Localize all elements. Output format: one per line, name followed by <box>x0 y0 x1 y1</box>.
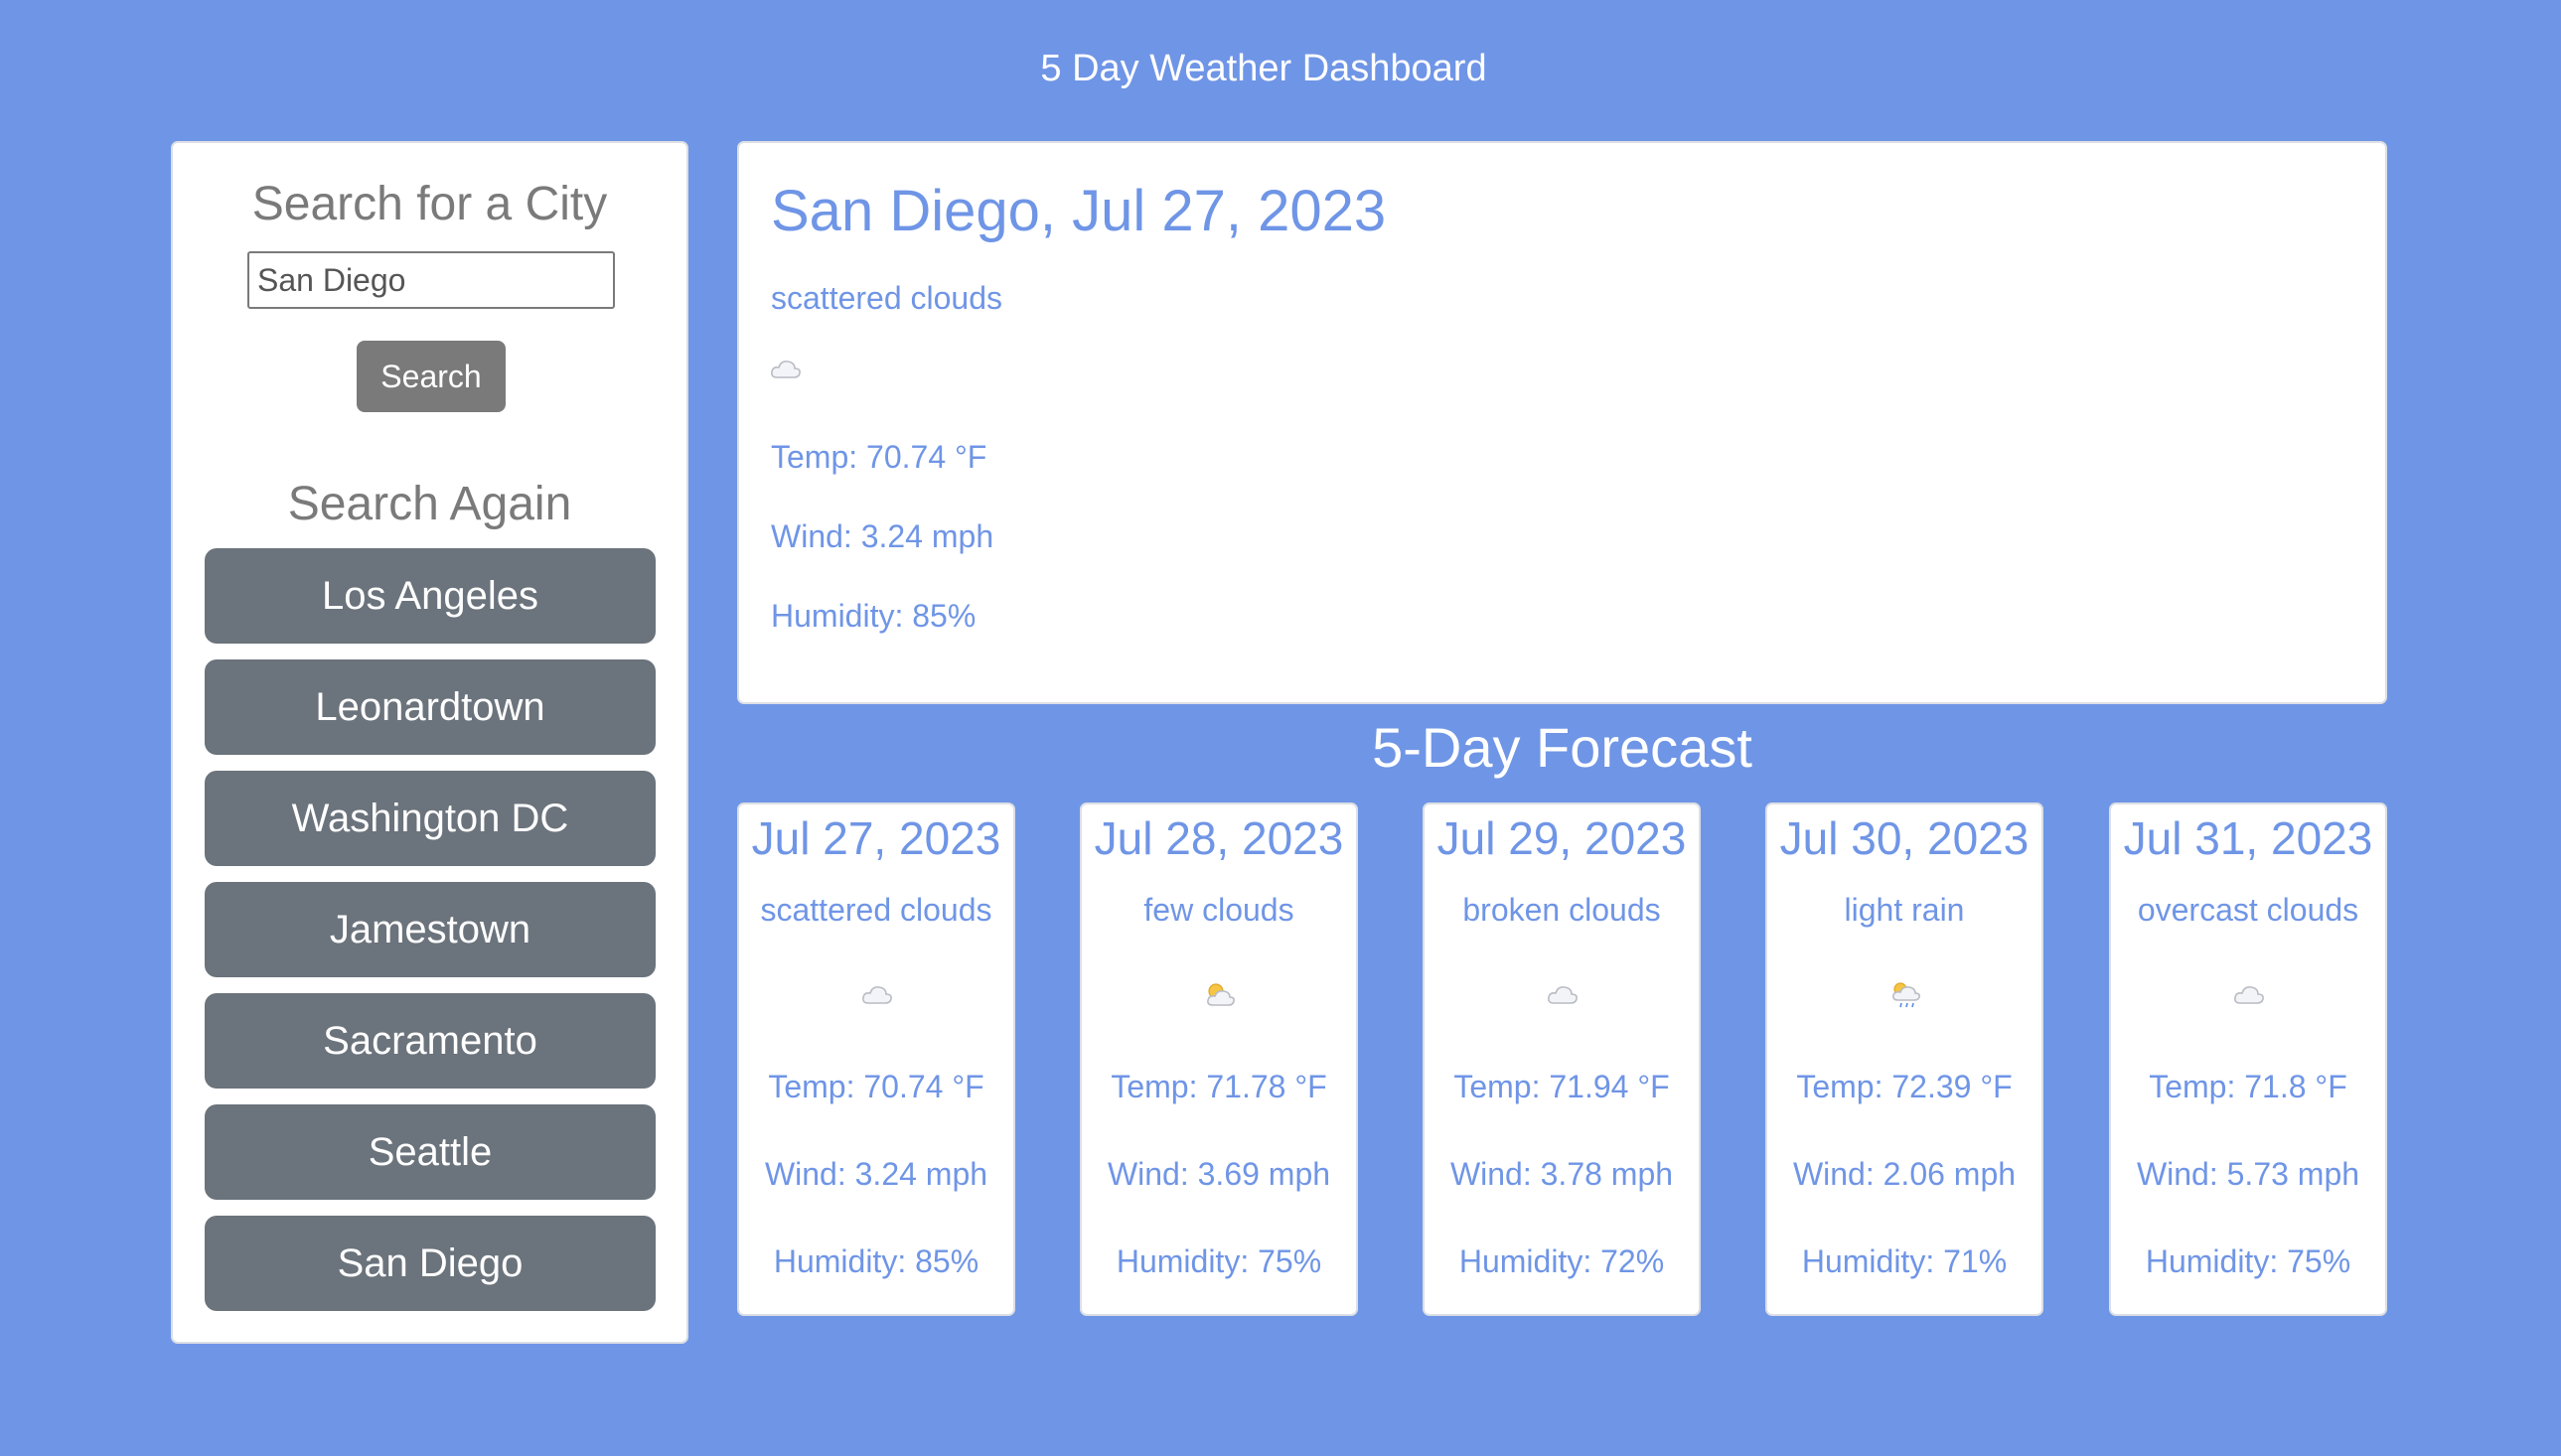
history-city-button[interactable]: Jamestown <box>205 882 656 977</box>
few-clouds-icon <box>1207 983 1235 1006</box>
forecast-description: scattered clouds <box>760 892 992 928</box>
city-search-input[interactable] <box>247 251 615 309</box>
page-title: 5 Day Weather Dashboard <box>1040 48 1487 89</box>
history-city-button[interactable]: Sacramento <box>205 993 656 1089</box>
forecast-date: Jul 31, 2023 <box>2123 812 2373 864</box>
forecast-card: Jul 28, 2023 few clouds Temp: 71.78 °F W… <box>1080 802 1358 1316</box>
forecast-temp: Temp: 71.8 °F <box>2149 1069 2347 1104</box>
history-city-button[interactable]: Los Angeles <box>205 548 656 644</box>
forecast-wind: Wind: 3.78 mph <box>1449 1156 1674 1192</box>
forecast-humidity: Humidity: 72% <box>1458 1243 1665 1279</box>
forecast-humidity: Humidity: 85% <box>773 1243 979 1279</box>
forecast-date: Jul 27, 2023 <box>751 812 1001 864</box>
forecast-description: broken clouds <box>1462 892 1661 928</box>
current-temp: Temp: 70.74 °F <box>771 439 987 475</box>
search-sidebar: Search for a City Search Search Again Lo… <box>171 141 688 1344</box>
history-city-button[interactable]: San Diego <box>205 1216 656 1311</box>
forecast-description: few clouds <box>1143 892 1294 928</box>
forecast-wind: Wind: 5.73 mph <box>2136 1156 2360 1192</box>
forecast-card: Jul 29, 2023 broken clouds Temp: 71.94 °… <box>1423 802 1701 1316</box>
forecast-temp: Temp: 71.94 °F <box>1453 1069 1670 1104</box>
history-city-button[interactable]: Seattle <box>205 1104 656 1200</box>
forecast-description: overcast clouds <box>2137 892 2359 928</box>
forecast-temp: Temp: 70.74 °F <box>768 1069 984 1104</box>
current-wind: Wind: 3.24 mph <box>771 518 994 554</box>
forecast-card: Jul 30, 2023 light rain Temp: 72.39 °F W… <box>1765 802 2043 1316</box>
scattered-clouds-icon <box>862 986 892 1004</box>
forecast-card: Jul 31, 2023 overcast clouds Temp: 71.8 … <box>2109 802 2387 1316</box>
forecast-wind: Wind: 3.24 mph <box>764 1156 988 1192</box>
forecast-wind: Wind: 3.69 mph <box>1107 1156 1331 1192</box>
forecast-temp: Temp: 71.78 °F <box>1111 1069 1327 1104</box>
scattered-clouds-icon <box>771 361 801 378</box>
forecast-row: Jul 27, 2023 scattered clouds Temp: 70.7… <box>737 802 2387 1316</box>
forecast-card: Jul 27, 2023 scattered clouds Temp: 70.7… <box>737 802 1015 1316</box>
current-description: scattered clouds <box>771 280 1003 316</box>
forecast-date: Jul 30, 2023 <box>1779 812 2030 864</box>
forecast-wind: Wind: 2.06 mph <box>1792 1156 2017 1192</box>
current-humidity: Humidity: 85% <box>771 598 977 634</box>
forecast-humidity: Humidity: 71% <box>1801 1243 2008 1279</box>
history-city-button[interactable]: Leonardtown <box>205 659 656 755</box>
forecast-description: light rain <box>1844 892 1965 928</box>
forecast-heading: 5-Day Forecast <box>1372 716 1752 779</box>
search-heading: Search for a City <box>251 178 608 230</box>
forecast-humidity: Humidity: 75% <box>2145 1243 2351 1279</box>
current-city-date: San Diego, Jul 27, 2023 <box>771 179 1387 243</box>
light-rain-icon <box>1892 982 1920 1008</box>
forecast-date: Jul 28, 2023 <box>1094 812 1344 864</box>
forecast-humidity: Humidity: 75% <box>1116 1243 1322 1279</box>
search-history-list: Los Angeles Leonardtown Washington DC Ja… <box>205 548 656 1327</box>
overcast-clouds-icon <box>2234 986 2264 1004</box>
current-weather-card: San Diego, Jul 27, 2023 scattered clouds… <box>737 141 2387 704</box>
broken-clouds-icon <box>1548 986 1578 1004</box>
history-city-button[interactable]: Washington DC <box>205 771 656 866</box>
search-button[interactable]: Search <box>357 341 506 412</box>
search-again-heading: Search Again <box>287 478 572 530</box>
forecast-date: Jul 29, 2023 <box>1436 812 1687 864</box>
forecast-temp: Temp: 72.39 °F <box>1796 1069 2013 1104</box>
